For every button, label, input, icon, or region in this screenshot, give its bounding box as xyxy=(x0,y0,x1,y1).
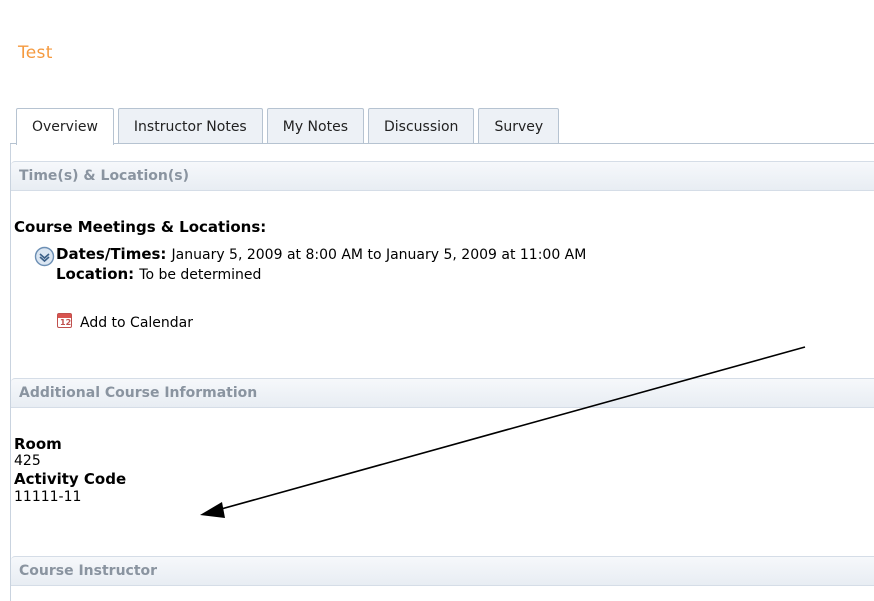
tab-overview[interactable]: Overview xyxy=(16,108,114,145)
annotation-arrow xyxy=(200,346,806,518)
course-detail-page: Test Overview Instructor Notes My Notes … xyxy=(0,0,874,601)
